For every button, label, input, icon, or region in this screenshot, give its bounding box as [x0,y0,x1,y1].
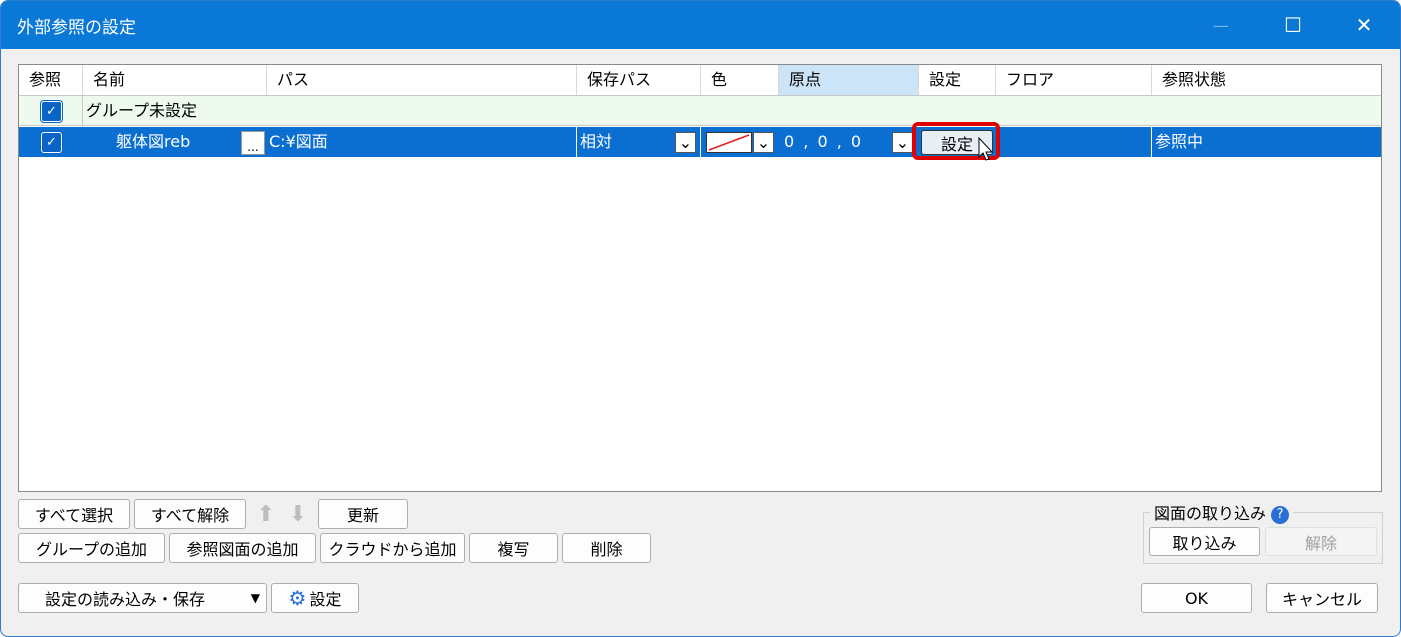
load-save-dropdown[interactable]: 設定の読み込み・保存 ▼ [18,583,267,613]
add-group-button[interactable]: グループの追加 [18,533,165,563]
cancel-button[interactable]: キャンセル [1266,583,1378,613]
check-icon: ✓ [46,135,57,150]
col-header-save-path[interactable]: 保存パス [576,65,700,95]
gear-icon: ⚙ [288,586,307,610]
import-group-title-text: 図面の取り込み [1154,504,1267,523]
divider [576,127,577,157]
ok-label: OK [1184,588,1209,608]
load-save-label: 設定の読み込み・保存 [45,590,206,609]
reference-grid[interactable]: 参照 名前 パス 保存パス 色 原点 設定 フロア 参照状態 ✓ グループ未設定… [18,64,1382,492]
add-group-label: グループの追加 [35,540,148,559]
browse-button[interactable]: ... [241,131,265,155]
grid-header: 参照 名前 パス 保存パス 色 原点 設定 フロア 参照状態 [19,65,1381,96]
window-title: 外部参照の設定 [17,18,136,38]
col-header-ref[interactable]: 参照 [19,65,82,95]
row-status: 参照中 [1155,132,1204,151]
check-icon: ✓ [46,104,57,119]
col-header-path[interactable]: パス [266,65,576,95]
copy-label: 複写 [497,540,530,559]
row-name[interactable]: 躯体図reb [116,127,190,157]
add-reference-button[interactable]: 参照図面の追加 [169,533,316,563]
divider [82,96,83,126]
cancel-label: キャンセル [1281,590,1362,609]
close-button[interactable]: ✕ [1334,1,1394,49]
deselect-all-button[interactable]: すべて解除 [134,499,246,529]
select-all-button[interactable]: すべて選択 [18,499,130,529]
row-checkbox[interactable]: ✓ [41,132,62,153]
import-group-title: 図面の取り込み ? [1150,500,1294,524]
chevron-down-icon: ⌄ [756,133,771,152]
move-down-button[interactable]: ⬇ [284,499,312,529]
divider [1151,127,1152,157]
group-row[interactable]: ✓ グループ未設定 [19,96,1381,126]
release-button[interactable]: 解除 [1265,527,1377,556]
row-origin[interactable]: 0 , 0 , 0 [784,127,863,157]
browse-label: ... [247,140,259,154]
import-button[interactable]: 取り込み [1149,527,1260,556]
update-label: 更新 [346,506,379,525]
col-header-settings[interactable]: 設定 [918,65,995,95]
col-header-origin[interactable]: 原点 [778,65,918,95]
ok-button[interactable]: OK [1141,583,1252,613]
col-header-status[interactable]: 参照状態 [1151,65,1381,95]
no-color-icon [708,134,750,151]
chevron-down-icon: ⌄ [895,133,910,152]
color-swatch[interactable] [706,132,752,153]
table-row[interactable]: ✓ 躯体図reb ... C:¥図面 相対 ⌄ ⌄ 0 , 0 , 0 ⌄ 設定… [19,122,1381,161]
maximize-icon: ☐ [1284,13,1302,37]
color-dropdown[interactable]: ⌄ [753,132,774,153]
minimize-icon: — [1213,15,1229,35]
col-header-color[interactable]: 色 [700,65,778,95]
add-cloud-label: クラウドから追加 [328,540,457,559]
group-checkbox[interactable]: ✓ [41,101,62,122]
chevron-down-icon: ⌄ [678,133,693,152]
delete-label: 削除 [590,540,623,559]
row-save-path[interactable]: 相対 [580,127,612,157]
settings-button[interactable]: ⚙ 設定 [271,583,359,613]
group-name: グループ未設定 [86,101,198,120]
add-cloud-button[interactable]: クラウドから追加 [320,533,465,563]
release-label: 解除 [1304,533,1337,553]
close-icon: ✕ [1355,13,1373,37]
origin-dropdown[interactable]: ⌄ [892,132,913,153]
select-all-label: すべて選択 [34,506,114,525]
row-path[interactable]: C:¥図面 [269,127,328,157]
cursor-icon [978,137,994,161]
caret-down-icon: ▼ [250,591,260,605]
deselect-all-label: すべて解除 [150,506,230,525]
add-reference-label: 参照図面の追加 [186,540,299,559]
arrow-down-icon: ⬇ [288,501,308,527]
help-icon[interactable]: ? [1271,505,1290,524]
update-button[interactable]: 更新 [318,499,408,529]
minimize-button[interactable]: — [1191,1,1251,49]
save-path-dropdown[interactable]: ⌄ [675,132,696,153]
col-header-floor[interactable]: フロア [995,65,1151,95]
divider [700,127,701,157]
maximize-button[interactable]: ☐ [1263,1,1323,49]
title-bar[interactable]: 外部参照の設定 — ☐ ✕ [1,1,1400,49]
move-up-button[interactable]: ⬆ [252,499,280,529]
arrow-up-icon: ⬆ [256,501,276,527]
import-label: 取り込み [1172,533,1237,553]
col-header-name[interactable]: 名前 [82,65,266,95]
settings-label: 設定 [309,590,342,609]
delete-button[interactable]: 削除 [562,533,651,563]
row-settings-label: 設定 [940,134,973,154]
copy-button[interactable]: 複写 [469,533,558,563]
